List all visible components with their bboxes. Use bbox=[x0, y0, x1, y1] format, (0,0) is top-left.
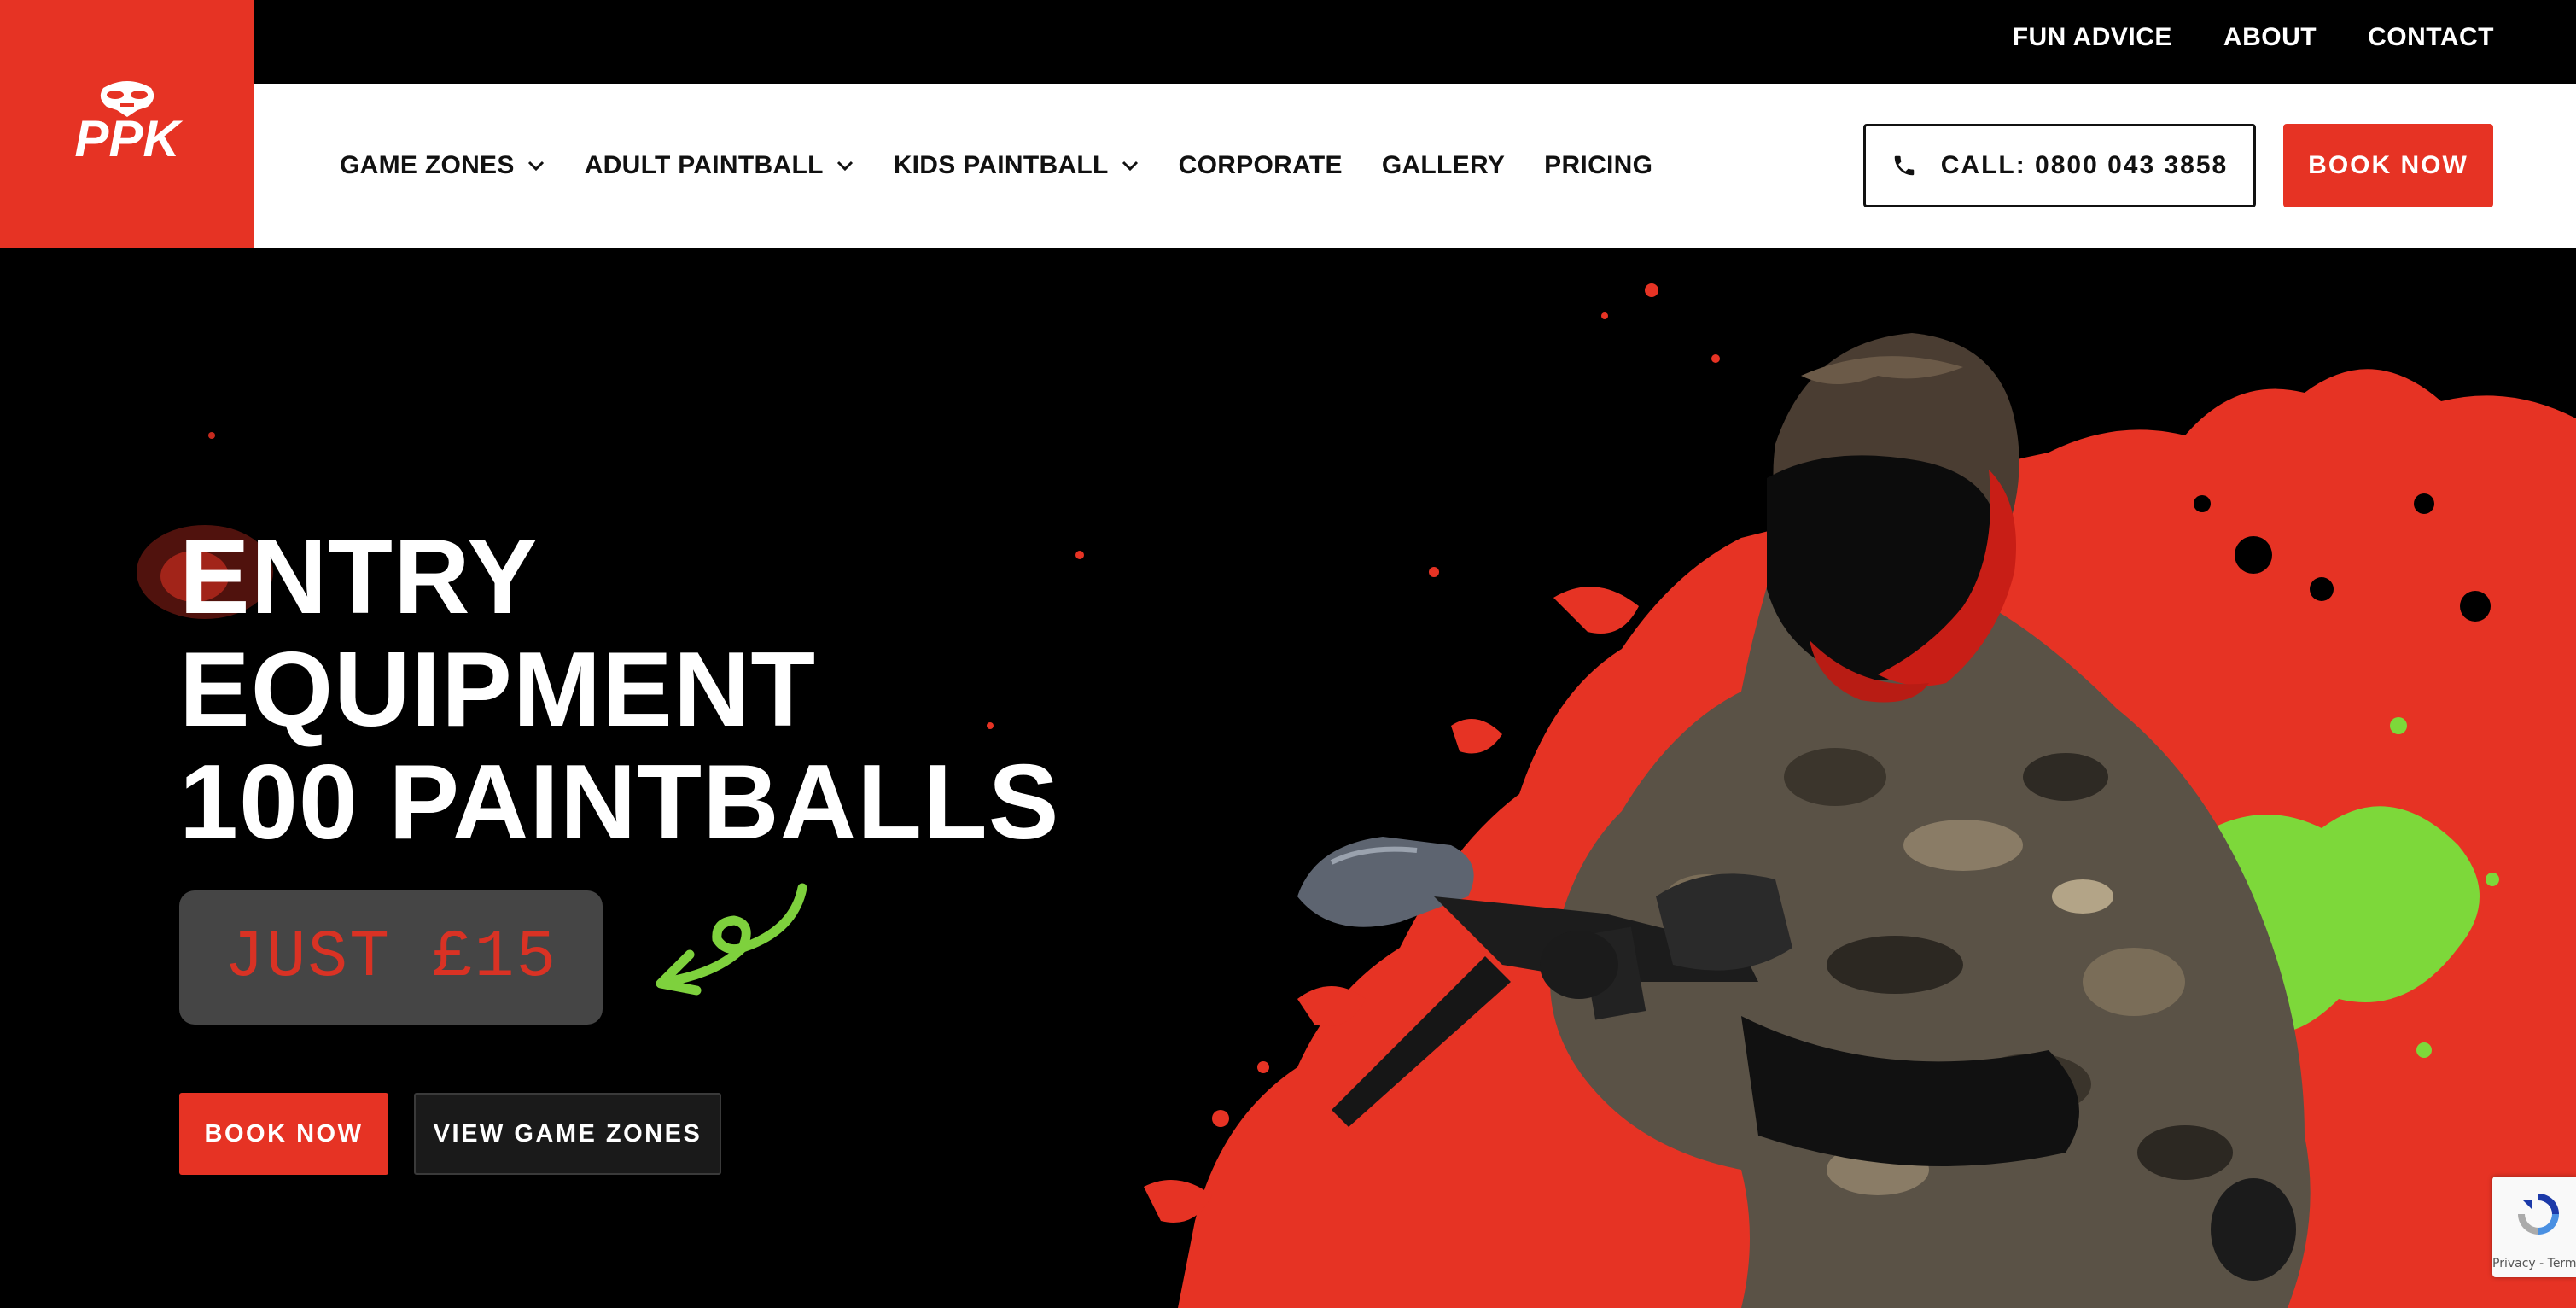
headline-line-paintballs: 100 PAINTBALLS bbox=[179, 744, 1060, 861]
nav-item-game-zones[interactable]: GAME ZONES bbox=[340, 151, 545, 180]
book-now-hero-button[interactable]: BOOK NOW bbox=[179, 1093, 388, 1175]
nav-item-label: GAME ZONES bbox=[340, 151, 515, 179]
top-links: FUN ADVICE ABOUT CONTACT bbox=[2013, 0, 2494, 75]
price-text: JUST £15 bbox=[224, 920, 558, 996]
nav-item-label: PRICING bbox=[1544, 151, 1653, 179]
nav-item-corporate[interactable]: CORPORATE bbox=[1179, 151, 1343, 180]
nav-item-pricing[interactable]: PRICING bbox=[1544, 151, 1652, 180]
book-now-nav-button[interactable]: BOOK NOW bbox=[2283, 124, 2493, 207]
top-link-contact[interactable]: CONTACT bbox=[2368, 23, 2494, 52]
top-utility-bar: FUN ADVICE ABOUT CONTACT bbox=[0, 0, 2576, 84]
chevron-down-icon bbox=[836, 156, 854, 175]
price-badge: JUST £15 bbox=[179, 890, 603, 1025]
nav-item-label: CORPORATE bbox=[1178, 151, 1343, 179]
call-button-label: CALL: 0800 043 3858 bbox=[1940, 151, 2229, 179]
nav-item-label: GALLERY bbox=[1381, 151, 1506, 179]
nav-item-label: KIDS PAINTBALL bbox=[893, 151, 1109, 179]
chevron-down-icon bbox=[1121, 156, 1139, 175]
site-logo[interactable]: PPK bbox=[0, 0, 254, 248]
recaptcha-icon bbox=[2518, 1194, 2559, 1235]
chevron-down-icon bbox=[527, 156, 545, 175]
headline-line-equipment: EQUIPMENT bbox=[179, 631, 817, 749]
hero-section: ENTRY EQUIPMENT 100 PAINTBALLS JUST £15 … bbox=[0, 248, 2576, 1308]
main-menu: GAME ZONES ADULT PAINTBALL KIDS PAINTBAL… bbox=[340, 84, 1652, 248]
top-link-fun-advice[interactable]: FUN ADVICE bbox=[2013, 23, 2172, 52]
nav-item-adult-paintball[interactable]: ADULT PAINTBALL bbox=[585, 151, 854, 180]
logo-text: PPK bbox=[74, 110, 183, 167]
recaptcha-badge[interactable]: Privacy - Terms bbox=[2492, 1177, 2576, 1277]
nav-item-label: ADULT PAINTBALL bbox=[584, 151, 824, 179]
phone-icon bbox=[1891, 153, 1917, 178]
top-link-about[interactable]: ABOUT bbox=[2223, 23, 2317, 52]
ppk-logo-icon: PPK bbox=[74, 81, 183, 167]
curly-arrow-icon bbox=[656, 883, 807, 996]
nav-item-gallery[interactable]: GALLERY bbox=[1382, 151, 1505, 180]
recaptcha-links: Privacy - Terms bbox=[2492, 1257, 2576, 1270]
view-game-zones-button[interactable]: VIEW GAME ZONES bbox=[414, 1093, 721, 1175]
call-button[interactable]: CALL: 0800 043 3858 bbox=[1863, 124, 2256, 207]
headline-line-entry: ENTRY bbox=[179, 518, 539, 636]
hero-headline: ENTRY EQUIPMENT 100 PAINTBALLS bbox=[179, 521, 1059, 859]
nav-item-kids-paintball[interactable]: KIDS PAINTBALL bbox=[894, 151, 1139, 180]
